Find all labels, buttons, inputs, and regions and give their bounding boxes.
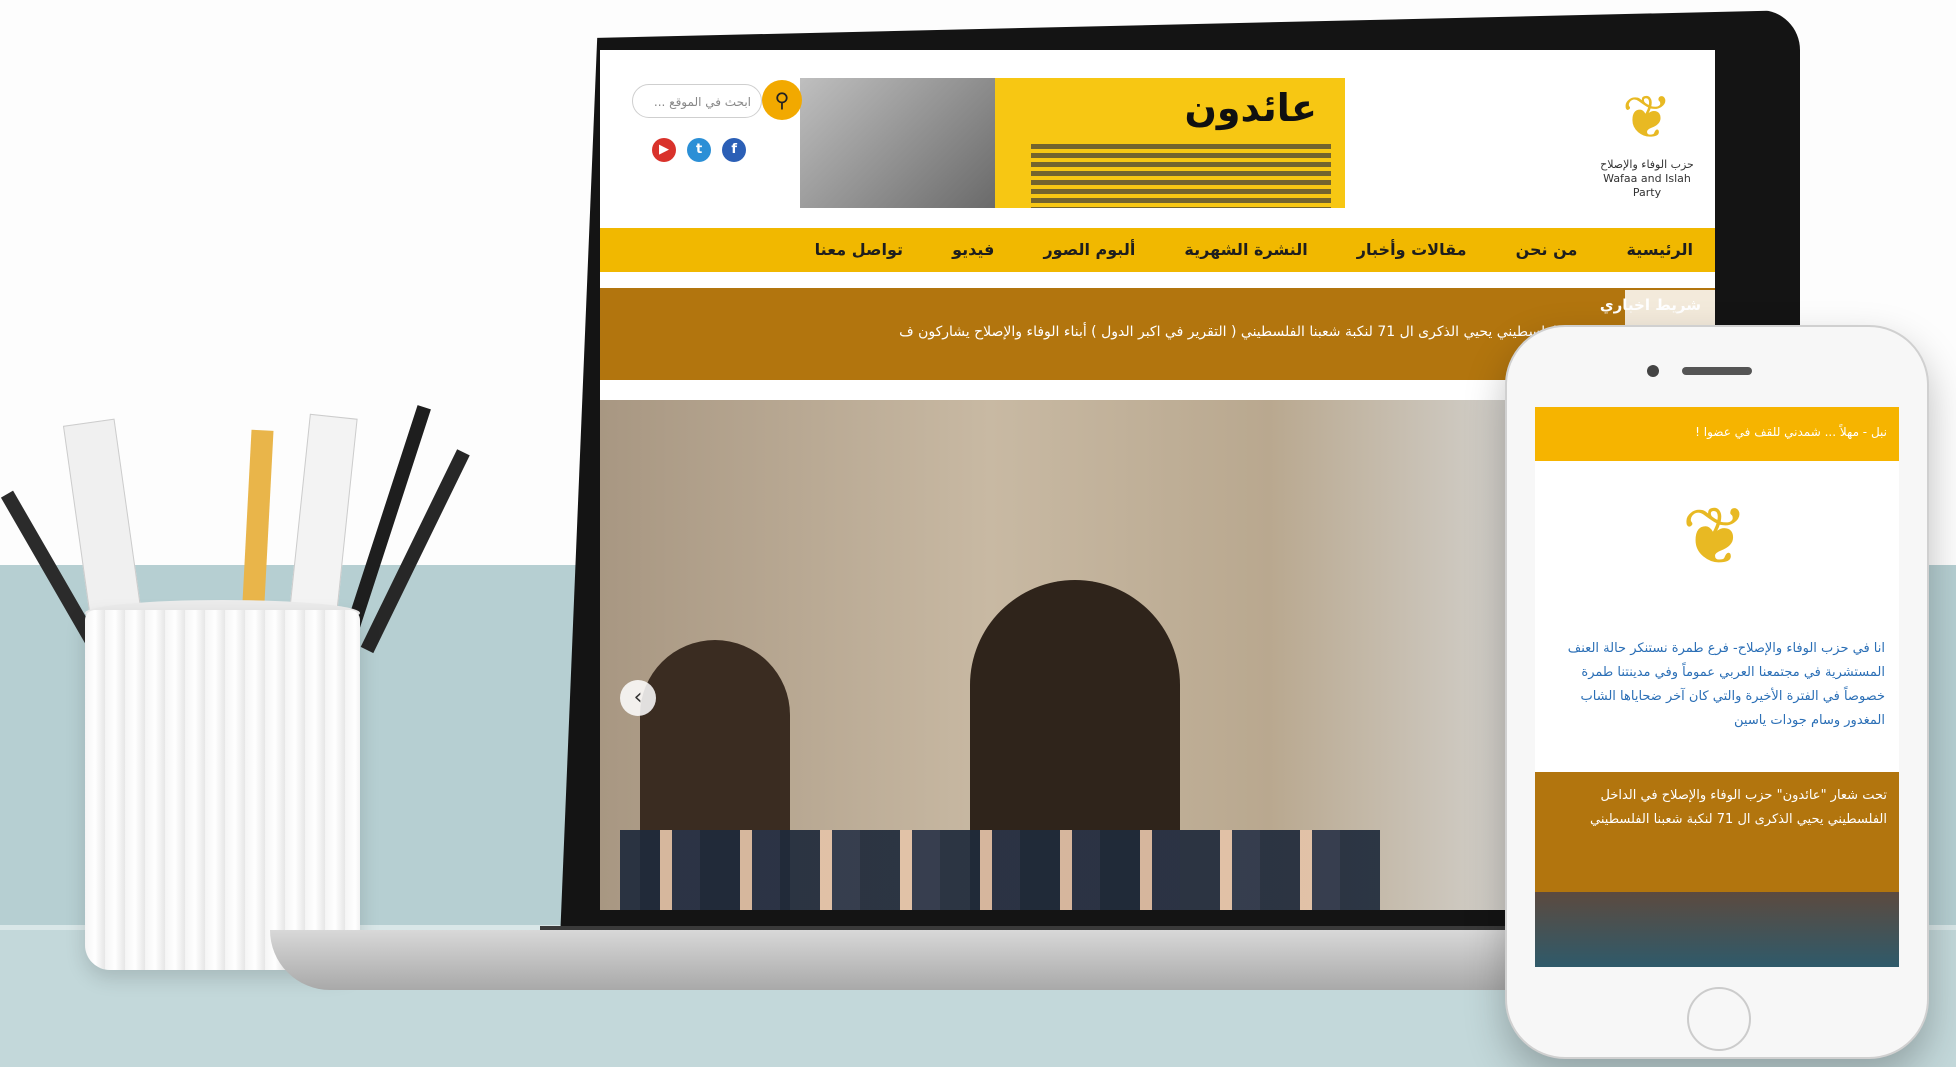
social-links: ▶ t f	[652, 138, 752, 162]
phone-speaker	[1682, 367, 1752, 375]
twitter-icon[interactable]: t	[687, 138, 712, 162]
smartphone: نبل - مهلاً ... شمدني للقف في عضوا ! ❦ ا…	[1505, 325, 1929, 1059]
site-header: ❦ حزب الوفاء والإصلاح Wafaa and Islah Pa…	[600, 50, 1715, 230]
header-banner[interactable]: عائدون	[800, 78, 1345, 208]
slider-prev-button[interactable]: ‹	[620, 680, 656, 716]
main-nav: الرئيسية من نحن مقالات وأخبار النشرة الش…	[600, 228, 1715, 272]
nav-item-contact[interactable]: تواصل معنا	[793, 228, 925, 272]
phone-camera	[1647, 365, 1659, 377]
slide-crowd	[620, 830, 1380, 910]
phone-top-bar[interactable]: نبل - مهلاً ... شمدني للقف في عضوا !	[1535, 407, 1899, 461]
search-icon[interactable]: ⚲	[762, 80, 802, 120]
logo-name-ar: حزب الوفاء والإصلاح	[1600, 158, 1694, 171]
pencil-cup	[85, 610, 360, 970]
banner-text-lines	[1031, 140, 1331, 208]
banner-photo	[800, 78, 995, 208]
nav-item-video[interactable]: فيديو	[930, 228, 1016, 272]
site-logo[interactable]: ❦ حزب الوفاء والإصلاح Wafaa and Islah Pa…	[1597, 78, 1697, 218]
nav-item-newsletter[interactable]: النشرة الشهرية	[1162, 228, 1329, 272]
nav-item-home[interactable]: الرئيسية	[1605, 228, 1716, 272]
ticker-label: شريط اخباري	[600, 288, 1715, 314]
phone-paragraph: انا في حزب الوفاء والإصلاح- فرع طمرة نست…	[1567, 641, 1885, 728]
nav-item-articles[interactable]: مقالات وأخبار	[1335, 228, 1489, 272]
laptop-base	[270, 930, 1700, 990]
search-input[interactable]: ابحث في الموقع ...	[632, 84, 762, 118]
facebook-icon[interactable]: f	[722, 138, 747, 162]
phone-home-button[interactable]	[1687, 987, 1751, 1051]
nav-item-photos[interactable]: ألبوم الصور	[1021, 228, 1157, 272]
wheat-icon: ❦	[1681, 490, 1749, 583]
phone-news-card[interactable]: تحت شعار "عائدون" حزب الوفاء والإصلاح في…	[1535, 772, 1899, 892]
youtube-icon[interactable]: ▶	[652, 138, 676, 162]
phone-screen: نبل - مهلاً ... شمدني للقف في عضوا ! ❦ ا…	[1535, 407, 1899, 967]
logo-name-en: Wafaa and Islah Party	[1603, 172, 1691, 199]
wheat-icon: ❦	[1621, 83, 1673, 153]
nav-item-about[interactable]: من نحن	[1494, 228, 1600, 272]
banner-title: عائدون	[1184, 86, 1318, 130]
phone-card-image	[1535, 892, 1899, 967]
